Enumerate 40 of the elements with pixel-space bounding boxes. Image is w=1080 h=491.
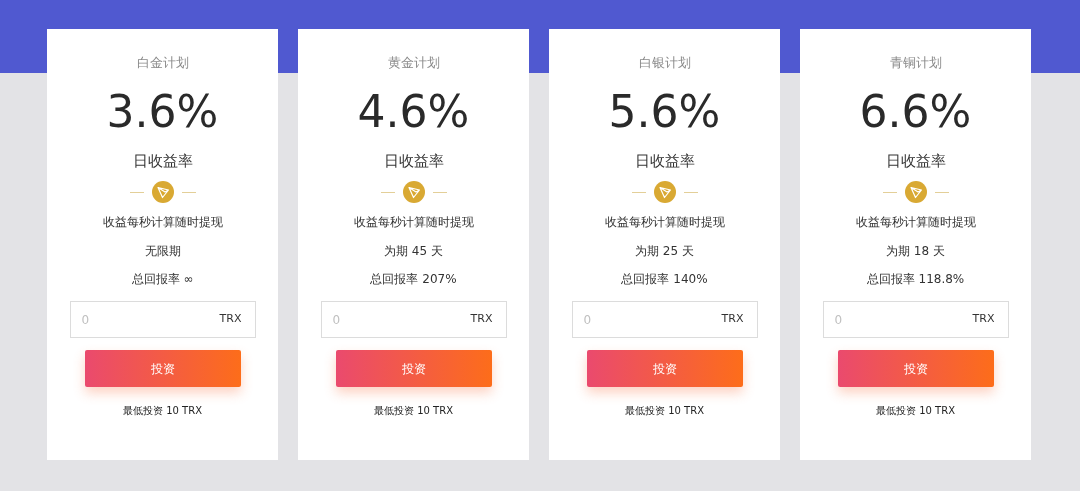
term-text: 为期 18 天 (886, 243, 945, 260)
triangle-coin-icon (151, 181, 174, 203)
withdraw-note: 收益每秒计算随时提现 (353, 214, 474, 231)
triangle-coin-icon (402, 181, 425, 203)
invest-button[interactable]: 投资 (335, 350, 492, 387)
currency-unit: TRX (721, 312, 744, 326)
minimum-investment: 最低投资 10 TRX (123, 404, 202, 418)
total-return: 总回报率 ∞ (131, 271, 194, 288)
term-text: 无限期 (144, 243, 181, 260)
plan-title: 黄金计划 (387, 54, 440, 72)
rate-label: 日收益率 (132, 151, 193, 171)
currency-unit: TRX (470, 312, 493, 326)
plan-title: 青铜计划 (889, 54, 942, 72)
rate-label: 日收益率 (634, 151, 695, 171)
withdraw-note: 收益每秒计算随时提现 (102, 214, 223, 231)
term-text: 为期 45 天 (384, 243, 443, 260)
invest-button[interactable]: 投资 (586, 350, 743, 387)
plan-title: 白银计划 (638, 54, 691, 72)
term-text: 为期 25 天 (635, 243, 694, 260)
rate-value: 6.6% (859, 86, 972, 138)
total-return: 总回报率 207% (370, 271, 457, 288)
total-return: 总回报率 140% (621, 271, 708, 288)
rate-value: 5.6% (608, 86, 721, 138)
rate-label: 日收益率 (885, 151, 946, 171)
total-return: 总回报率 118.8% (866, 271, 965, 288)
rate-value: 3.6% (106, 86, 219, 138)
withdraw-note: 收益每秒计算随时提现 (855, 214, 976, 231)
triangle-coin-icon (653, 181, 676, 203)
rate-label: 日收益率 (383, 151, 444, 171)
minimum-investment: 最低投资 10 TRX (625, 404, 704, 418)
invest-button[interactable]: 投资 (837, 350, 994, 387)
minimum-investment: 最低投资 10 TRX (876, 404, 955, 418)
rate-value: 4.6% (357, 86, 470, 138)
triangle-coin-icon (904, 181, 927, 203)
plan-title: 白金计划 (136, 54, 189, 72)
invest-button[interactable]: 投资 (84, 350, 241, 387)
minimum-investment: 最低投资 10 TRX (374, 404, 453, 418)
withdraw-note: 收益每秒计算随时提现 (604, 214, 725, 231)
currency-unit: TRX (219, 312, 242, 326)
currency-unit: TRX (972, 312, 995, 326)
